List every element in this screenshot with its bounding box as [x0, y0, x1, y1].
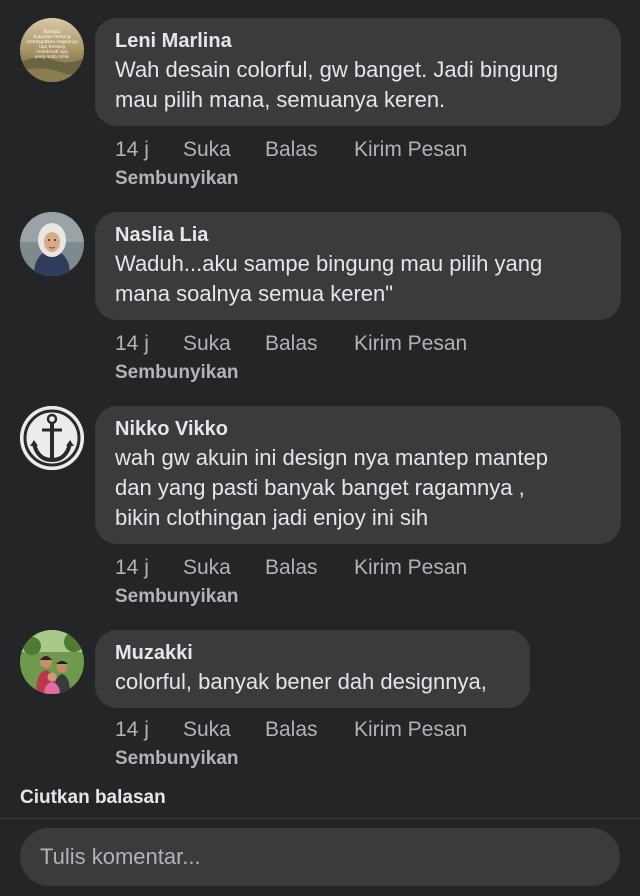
like-button[interactable]: Suka [183, 716, 231, 744]
comment-text-line: dan yang pasti banyak banget ragamnya , [115, 475, 525, 500]
comment-bubble: Naslia Lia Waduh...aku sampe bingung mau… [95, 212, 621, 320]
avatar-family-outdoor-photo[interactable] [20, 630, 84, 694]
comment-text: Wah desain colorful, gw banget. Jadi bin… [115, 55, 601, 115]
hide-comment-button[interactable]: Sembunyikan [115, 166, 239, 192]
comment-text-line: colorful, banyak bener dah designnya, [115, 669, 487, 694]
comment-bubble: Muzakki colorful, banyak bener dah desig… [95, 630, 530, 708]
anchor-logo-icon [20, 406, 84, 470]
hijab-woman-photo-icon [20, 212, 84, 276]
avatar-landscape-quote-photo[interactable]: Bahagia bukanlah tentang mendapatkan seg… [20, 18, 84, 82]
comment-input[interactable]: Tulis komentar... [20, 828, 620, 886]
like-button[interactable]: Suka [183, 554, 231, 582]
comment-text-line: Waduh...aku sampe bingung mau pilih yang [115, 251, 543, 276]
comment-timestamp[interactable]: 14 j [115, 716, 149, 744]
like-button[interactable]: Suka [183, 330, 231, 358]
comment-text-line: Wah desain colorful, gw banget. Jadi bin… [115, 57, 559, 82]
hide-comment-button[interactable]: Sembunyikan [115, 746, 239, 772]
comment-author[interactable]: Naslia Lia [115, 221, 601, 249]
avatar-hijab-woman-photo[interactable] [20, 212, 84, 276]
send-message-button[interactable]: Kirim Pesan [354, 136, 467, 164]
comment-text-line: wah gw akuin ini design nya mantep mante… [115, 445, 548, 470]
comment-timestamp[interactable]: 14 j [115, 554, 149, 582]
collapse-replies-button[interactable]: Ciutkan balasan [20, 785, 166, 811]
send-message-button[interactable]: Kirim Pesan [354, 716, 467, 744]
comment-text: wah gw akuin ini design nya mantep mante… [115, 443, 601, 533]
family-outdoor-photo-icon [20, 630, 84, 694]
comment-timestamp[interactable]: 14 j [115, 136, 149, 164]
comment-bubble: Leni Marlina Wah desain colorful, gw ban… [95, 18, 621, 126]
comment-text: colorful, banyak bener dah designnya, [115, 667, 510, 697]
reply-button[interactable]: Balas [265, 330, 318, 358]
comment-text-line: mana soalnya semua keren" [115, 281, 394, 306]
reply-button[interactable]: Balas [265, 554, 318, 582]
hide-comment-button[interactable]: Sembunyikan [115, 584, 239, 610]
landscape-quote-photo-icon: Bahagia bukanlah tentang mendapatkan seg… [20, 18, 84, 82]
avatar-anchor-logo[interactable] [20, 406, 84, 470]
reply-button[interactable]: Balas [265, 716, 318, 744]
composer-divider [0, 818, 640, 819]
avatar-quote-line: yang anda miliki [35, 54, 70, 59]
send-message-button[interactable]: Kirim Pesan [354, 330, 467, 358]
send-message-button[interactable]: Kirim Pesan [354, 554, 467, 582]
comment-text-line: bikin clothingan jadi enjoy ini sih [115, 505, 429, 530]
like-button[interactable]: Suka [183, 136, 231, 164]
comment-author[interactable]: Leni Marlina [115, 27, 601, 55]
comment-thread: Bahagia bukanlah tentang mendapatkan seg… [0, 0, 640, 818]
comment-author[interactable]: Muzakki [115, 639, 510, 667]
comment-bubble: Nikko Vikko wah gw akuin ini design nya … [95, 406, 621, 544]
hide-comment-button[interactable]: Sembunyikan [115, 360, 239, 386]
comment-text-line: mau pilih mana, semuanya keren. [115, 87, 446, 112]
reply-button[interactable]: Balas [265, 136, 318, 164]
comment-text: Waduh...aku sampe bingung mau pilih yang… [115, 249, 601, 309]
comment-timestamp[interactable]: 14 j [115, 330, 149, 358]
comment-author[interactable]: Nikko Vikko [115, 415, 601, 443]
